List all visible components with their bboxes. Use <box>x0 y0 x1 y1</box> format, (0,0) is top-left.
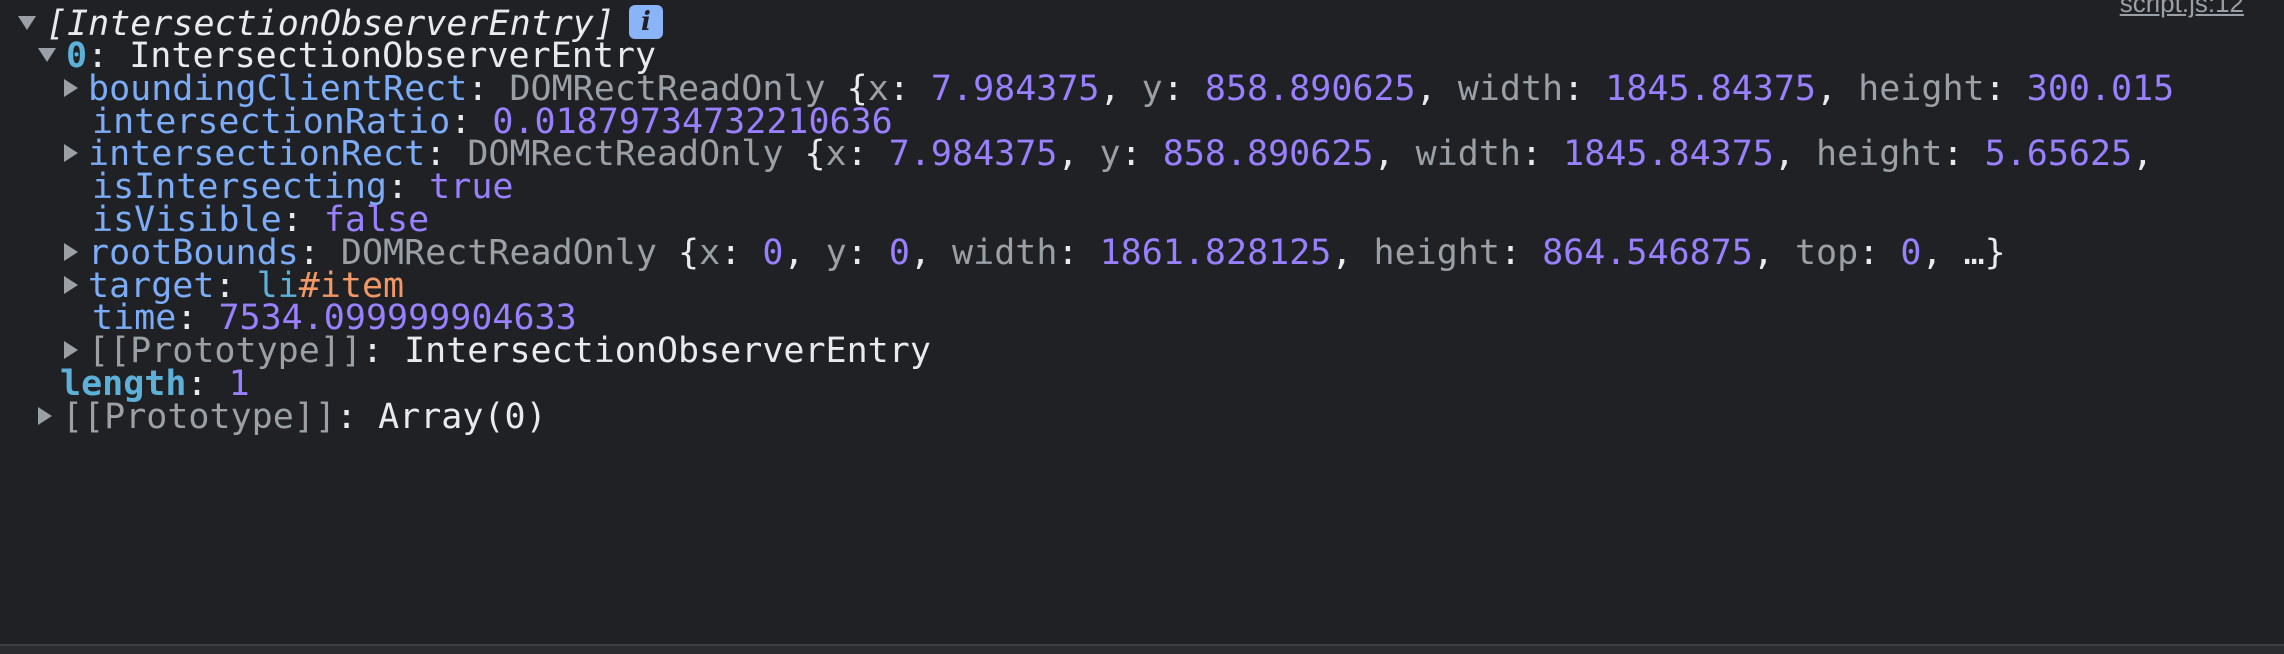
rect-y: 0 <box>888 233 910 273</box>
property-value: true <box>429 167 514 207</box>
collapse-triangle-icon[interactable] <box>38 48 56 62</box>
expand-triangle-icon[interactable] <box>38 407 52 425</box>
property-key: [[Prototype]] <box>62 397 336 437</box>
expand-triangle-icon[interactable] <box>64 79 78 97</box>
rect-x: 0 <box>762 233 784 273</box>
rect-y: 858.890625 <box>1162 134 1374 174</box>
expand-triangle-icon[interactable] <box>64 276 78 294</box>
rect-top: 0 <box>1900 233 1922 273</box>
rect-width: 1845.84375 <box>1605 69 1816 109</box>
rect-width: 1861.828125 <box>1099 233 1332 273</box>
rect-height: 864.546875 <box>1542 233 1753 273</box>
collapse-triangle-icon[interactable] <box>18 16 36 30</box>
rect-width: 1845.84375 <box>1563 134 1774 174</box>
property-value: IntersectionObserverEntry <box>404 331 931 371</box>
source-link[interactable]: script.js:12 <box>2120 0 2244 19</box>
rect-height: 5.65625 <box>1984 134 2133 174</box>
console-divider <box>0 644 2284 654</box>
property-value: Array(0) <box>378 397 547 437</box>
expand-triangle-icon[interactable] <box>64 341 78 359</box>
rect-height: 300.015 <box>2026 69 2175 109</box>
array-prototype-row[interactable]: [[Prototype]]: Array(0) <box>38 393 547 441</box>
rect-y: 858.890625 <box>1204 69 1416 109</box>
rect-x: 7.984375 <box>888 134 1058 174</box>
expand-triangle-icon[interactable] <box>64 144 78 162</box>
rect-x: 7.984375 <box>930 69 1100 109</box>
expand-triangle-icon[interactable] <box>64 243 78 261</box>
property-type: DOMRectReadOnly <box>467 134 784 174</box>
